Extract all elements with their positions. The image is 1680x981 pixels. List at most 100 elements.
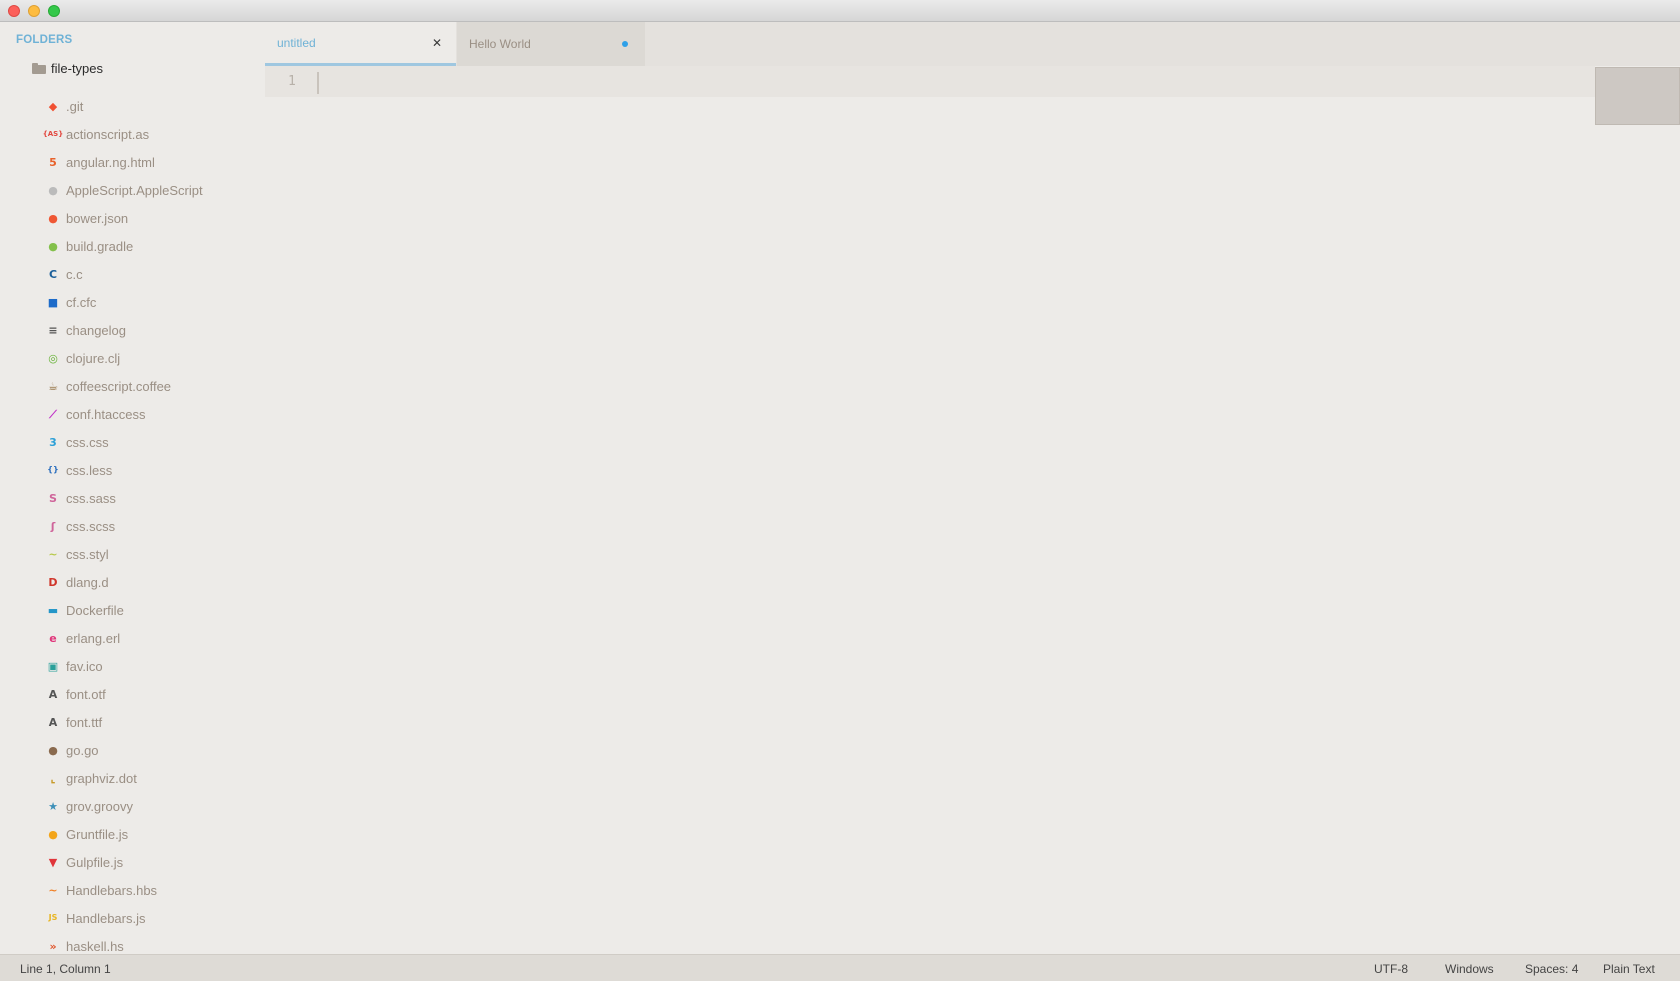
file-label: font.otf <box>66 686 106 702</box>
indentation-selector[interactable]: Spaces: 4 <box>1525 962 1578 976</box>
file-item[interactable]: 5 angular.ng.html <box>46 152 155 172</box>
unsaved-dot-icon[interactable] <box>622 41 628 47</box>
grunt-icon: ● <box>48 827 58 841</box>
file-label: actionscript.as <box>66 126 150 142</box>
current-line-highlight <box>265 66 1595 97</box>
file-label: AppleScript.AppleScript <box>66 182 203 198</box>
file-label: conf.htaccess <box>66 406 146 422</box>
file-label: haskell.hs <box>66 938 124 954</box>
syntax-selector[interactable]: Plain Text <box>1603 962 1655 976</box>
file-label: changelog <box>66 322 126 338</box>
file-item[interactable]: ● AppleScript.AppleScript <box>46 180 203 200</box>
handlebars-mustache-icon: ~ <box>48 883 58 897</box>
c-icon: C <box>48 267 58 281</box>
file-item[interactable]: ▬ Dockerfile <box>46 600 124 620</box>
file-label: css.scss <box>66 518 116 534</box>
file-item[interactable]: Cc.c <box>46 264 83 284</box>
file-label: Gruntfile.js <box>66 826 129 842</box>
file-item[interactable]: ʃ css.scss <box>46 516 115 536</box>
file-item[interactable]: ▼ Gulpfile.js <box>46 852 123 872</box>
window-close-button[interactable] <box>8 5 20 17</box>
file-item[interactable]: » haskell.hs <box>46 936 124 954</box>
file-item[interactable]: Ddlang.d <box>46 572 108 592</box>
file-label: coffeescript.coffee <box>66 378 172 394</box>
file-label: Handlebars.js <box>66 910 146 926</box>
file-item[interactable]: Scss.sass <box>46 488 116 508</box>
changelog-icon: ≡ <box>48 323 58 337</box>
file-item[interactable]: ⟋ conf.htaccess <box>46 404 146 424</box>
root-folder-label: file-types <box>51 60 104 76</box>
file-label: cf.cfc <box>66 294 97 310</box>
file-label: go.go <box>66 742 99 758</box>
window-minimize-button[interactable] <box>28 5 40 17</box>
file-label: build.gradle <box>66 238 134 254</box>
tab-label: untitled <box>277 35 316 50</box>
status-bar: Line 1, Column 1 UTF-8 Windows Spaces: 4… <box>0 954 1680 981</box>
encoding-selector[interactable]: UTF-8 <box>1374 962 1408 976</box>
font-icon: A <box>48 687 58 701</box>
minimap-viewport[interactable] <box>1595 67 1680 125</box>
tab-hello-world[interactable]: Hello World <box>457 22 645 66</box>
bower-icon: ● <box>48 211 58 225</box>
file-item[interactable]: ▣ fav.ico <box>46 656 103 676</box>
less-icon: {} <box>47 465 59 474</box>
file-item[interactable]: {AS} actionscript.as <box>43 124 150 144</box>
file-label: font.ttf <box>66 714 103 730</box>
file-item[interactable]: ● go.go <box>46 740 99 760</box>
file-item[interactable]: ◆ .git <box>46 96 84 116</box>
file-item[interactable]: ● Gruntfile.js <box>46 824 128 844</box>
editor-area[interactable]: 1 <box>265 66 1680 954</box>
stylus-icon: ~ <box>48 547 58 561</box>
file-item[interactable]: ◎ clojure.clj <box>46 348 120 368</box>
file-item[interactable]: ~ css.styl <box>46 544 109 564</box>
folders-header: FOLDERS <box>16 34 73 46</box>
text-cursor <box>317 72 319 94</box>
file-label: .git <box>66 98 84 114</box>
apache-feather-icon: ⟋ <box>49 407 57 421</box>
gopher-icon: ● <box>48 743 58 757</box>
root-folder[interactable]: file-types <box>32 58 103 78</box>
file-item[interactable]: e erlang.erl <box>46 628 120 648</box>
file-label: Gulpfile.js <box>66 854 124 870</box>
file-label: css.styl <box>66 546 109 562</box>
clojure-icon: ◎ <box>48 351 58 365</box>
file-item[interactable]: {} css.less <box>46 460 112 480</box>
tab-label: Hello World <box>469 37 531 51</box>
sass-icon: S <box>49 491 57 505</box>
sidebar: FOLDERS file-types ◆ .git {AS} actionscript… <box>0 22 265 954</box>
gulp-icon: ▼ <box>48 855 58 869</box>
erlang-icon: e <box>49 631 57 645</box>
line-number: 1 <box>288 74 296 89</box>
file-item[interactable]: ● build.gradle <box>46 236 133 256</box>
file-item[interactable]: ● bower.json <box>46 208 128 228</box>
window-zoom-button[interactable] <box>48 5 60 17</box>
file-item[interactable]: ☕ coffeescript.coffee <box>46 376 171 396</box>
file-label: css.sass <box>66 490 116 506</box>
js-icon: JS <box>48 913 58 922</box>
font-icon: A <box>48 715 58 729</box>
file-label: clojure.clj <box>66 350 121 366</box>
tab-untitled[interactable]: untitled ✕ <box>265 22 456 66</box>
file-label: c.c <box>66 266 83 282</box>
tab-bar: untitled ✕ Hello World <box>265 22 1680 66</box>
file-item[interactable]: ≡ changelog <box>46 320 126 340</box>
coldfusion-icon: ■ <box>47 295 59 309</box>
line-endings-selector[interactable]: Windows <box>1445 962 1494 976</box>
window-titlebar <box>0 0 1680 22</box>
file-item[interactable]: 3 css.css <box>46 432 109 452</box>
file-label: fav.ico <box>66 658 103 674</box>
file-label: css.css <box>66 434 109 450</box>
file-item[interactable]: ■ cf.cfc <box>46 292 97 312</box>
image-icon: ▣ <box>47 659 59 673</box>
close-icon[interactable]: ✕ <box>432 36 442 50</box>
file-label: Handlebars.hbs <box>66 882 158 898</box>
scss-icon: ʃ <box>50 519 56 533</box>
file-item[interactable]: Afont.otf <box>46 684 106 704</box>
apple-icon: ● <box>48 183 58 197</box>
file-item[interactable]: JS Handlebars.js <box>46 908 146 928</box>
file-label: angular.ng.html <box>66 154 155 170</box>
file-item[interactable]: ~ Handlebars.hbs <box>46 880 157 900</box>
file-item[interactable]: ⌞ graphviz.dot <box>46 768 136 788</box>
file-item[interactable]: Afont.ttf <box>46 712 102 732</box>
file-item[interactable]: ★ grov.groovy <box>46 796 133 816</box>
